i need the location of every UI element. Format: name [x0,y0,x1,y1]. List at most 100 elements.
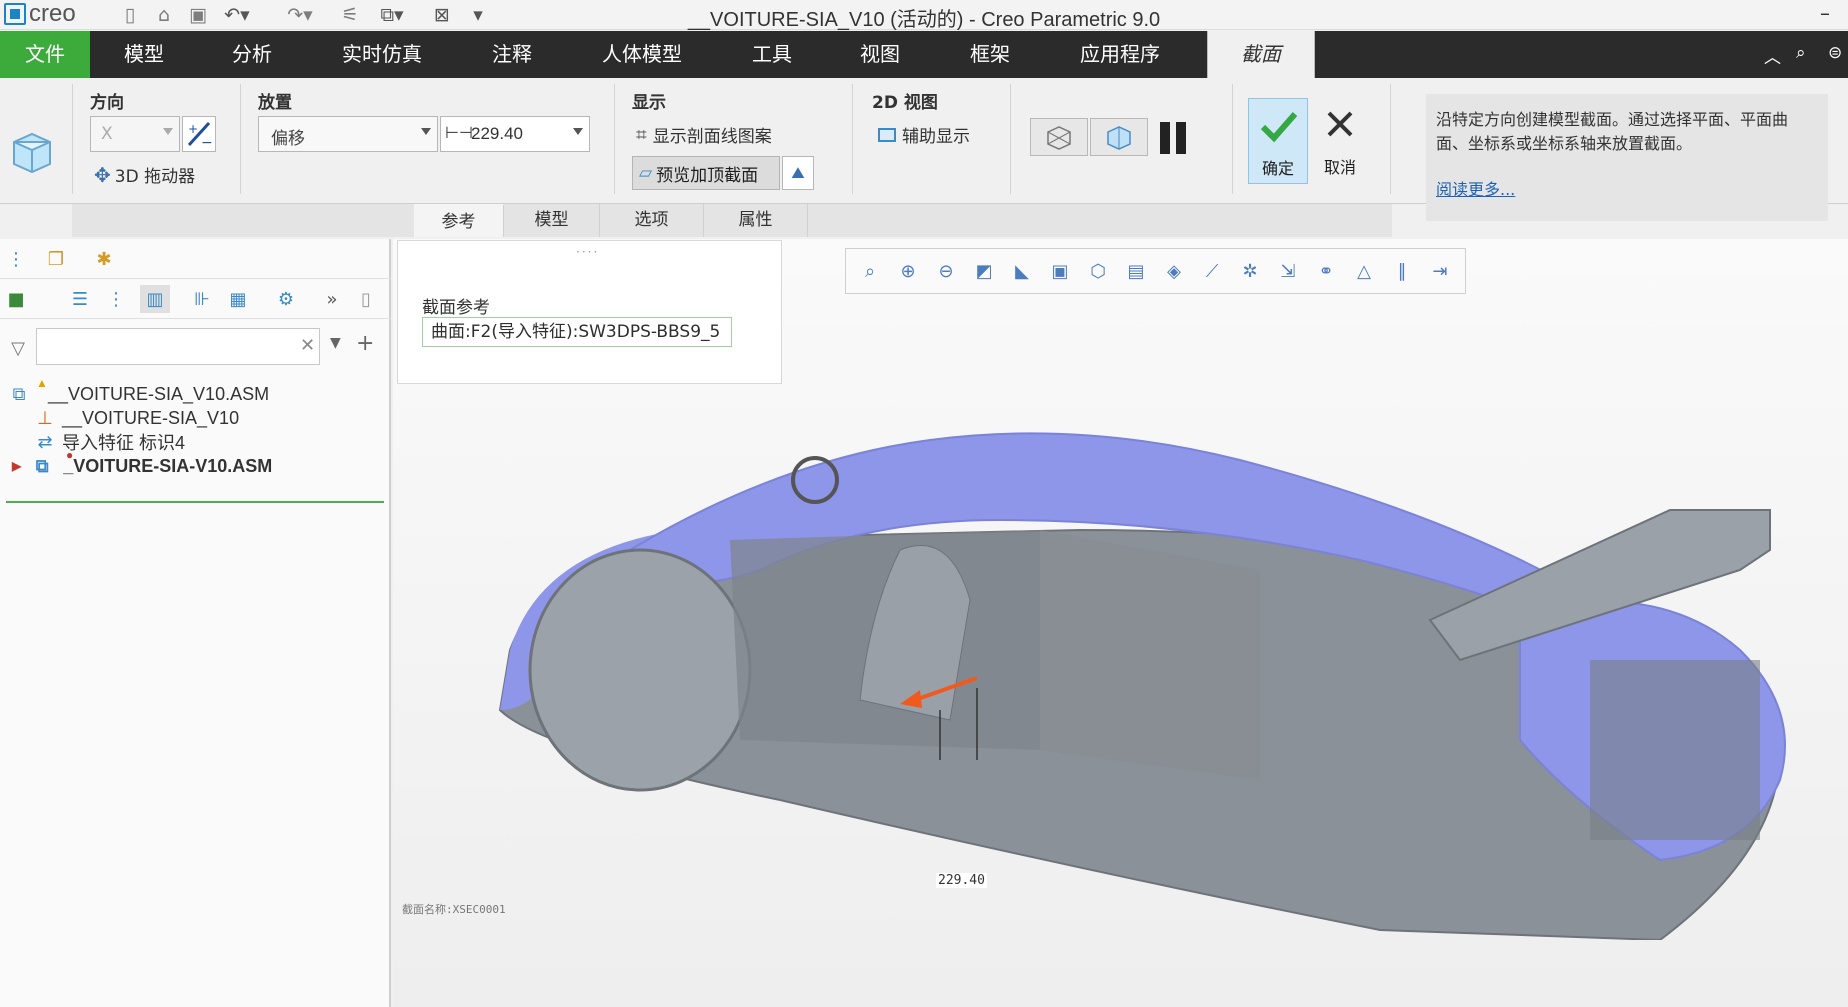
warning-display-icon[interactable]: △ [1350,257,1378,285]
tree-filter-icon[interactable]: ⊪ [190,287,214,311]
menu-view[interactable]: 视图 [840,31,920,78]
menu-live-simulation[interactable]: 实时仿真 [330,31,434,78]
menu-manikin[interactable]: 人体模型 [590,31,694,78]
svg-text:+: + [188,122,198,136]
tree-expand-icon[interactable]: ⋮ [104,287,128,311]
cube-icon[interactable]: ■ [4,287,28,311]
chevron-down-icon[interactable]: ▼ [330,335,341,351]
network-icon[interactable]: ⚭ [1312,257,1340,285]
flip-direction-icon: +− [187,121,213,151]
edit-hatch-icon: ⛰ [791,163,805,182]
zoom-out-icon[interactable]: ⊖ [932,257,960,285]
tree-item-csys[interactable]: ⊥ __VOITURE-SIA_V10 [34,406,239,430]
section-view-icon [1107,126,1131,150]
tree-item-label: _VOITURE-SIA-V10.ASM [63,455,273,476]
more-icon[interactable]: » [320,287,344,311]
hatch-pattern-icon: ⌗ [636,123,647,146]
annotation-display-icon[interactable]: ✲ [1236,257,1264,285]
document-icon[interactable]: ▯ [354,287,378,311]
cabin-rear-interior [1040,530,1260,780]
clear-search-icon[interactable]: ✕ [300,335,315,356]
preview-capped-section-toggle[interactable]: ▱ 预览加顶截面 [632,156,780,190]
menu-applications[interactable]: 应用程序 [1068,31,1172,78]
dragger-icon: ✥ [94,162,111,187]
dashboard-tabs: 参考 模型 选项 属性 [72,204,1392,237]
minimize-button[interactable]: – [1820,1,1830,25]
pause-graphics-icon[interactable]: ∥ [1388,257,1416,285]
insert-here-marker[interactable] [6,501,384,503]
search-icon[interactable]: ⌕ [1796,43,1806,63]
flip-direction-button[interactable]: + − [182,116,216,152]
menu-framework[interactable]: 框架 [950,31,1030,78]
auxiliary-display-toggle[interactable]: 辅助显示 [878,122,970,147]
view-manager-icon[interactable]: ▤ [1122,257,1150,285]
collapse-ribbon-icon[interactable]: ︿ [1764,43,1781,68]
section-reference-field[interactable]: 曲面:F2(导入特征):SW3DPS-BBS9_5 [422,317,732,347]
references-panel: ···· 截面参考 曲面:F2(导入特征):SW3DPS-BBS9_5 [397,240,782,384]
title-bar: creo ▯ ⌂ ▣ ↶▾ ↷▾ ⚟ ⧉▾ ⊠ ▾ __VOITURE-SIA_… [0,0,1848,31]
help-icon[interactable]: ⊜ [1828,43,1842,63]
expand-arrow-icon[interactable]: ▶ [12,459,21,473]
display-style-icon[interactable]: ▣ [1046,257,1074,285]
tree-columns-icon[interactable]: ▥ [140,285,170,313]
tree-item-label: __VOITURE-SIA_V10 [62,407,240,428]
tree-search-input[interactable] [36,328,320,365]
ok-button[interactable]: 确定 [1248,98,1308,184]
refit-icon[interactable]: ⌕ [856,257,884,285]
saved-orientations-icon[interactable]: ⬡ [1084,257,1112,285]
menu-annotate[interactable]: 注释 [472,31,552,78]
menu-file[interactable]: 文件 [0,31,90,78]
direction-group-label: 方向 [90,93,124,113]
cancel-button[interactable]: 取消 [1312,98,1368,184]
tree-item-label: 导入特征 标识4 [62,433,186,453]
add-filter-icon[interactable]: + [356,331,374,356]
menu-analysis[interactable]: 分析 [212,31,292,78]
tab-properties[interactable]: 属性 [704,204,808,237]
pause-button[interactable] [1160,122,1196,156]
folder-browser-icon[interactable]: ❐ [44,247,68,271]
direction-axis-select[interactable]: X [90,116,180,152]
show-hatch-label: 显示剖面线图案 [652,127,772,147]
import-feature-icon: ⇄ [37,431,53,452]
spin-center-icon[interactable]: ⇲ [1274,257,1302,285]
placement-type-select[interactable]: 偏移 [258,116,438,152]
read-more-link[interactable]: 阅读更多... [1436,176,1515,200]
3d-dragger-toggle[interactable]: ✥ 3D 拖动器 [94,162,195,188]
offset-value-input[interactable]: ⊢⊣ 229.40 [440,116,590,152]
gear-icon[interactable]: ⚙ [274,287,298,311]
placement-type-value: 偏移 [271,129,305,149]
tab-model[interactable]: 模型 [504,204,600,237]
help-info-box: 沿特定方向创建模型截面。通过选择平面、平面曲面、坐标系或坐标系轴来放置截面。 阅… [1426,94,1828,221]
datum-display-icon[interactable]: ⟋ [1198,257,1226,285]
interference-check-button[interactable] [1030,118,1088,156]
2d-view-group-label: 2D 视图 [872,93,938,113]
offset-dimension-label[interactable]: 229.40 [936,873,987,888]
favorites-icon[interactable]: ✱ [92,247,116,271]
tree-item-subassembly[interactable]: ▶ ⧉ ● _VOITURE-SIA-V10.ASM [12,448,273,478]
flyout-icon[interactable]: ⇥ [1426,257,1454,285]
filter-icon[interactable]: ▽ [6,336,30,360]
panel-grip-icon[interactable]: ···· [576,245,599,259]
menu-tools[interactable]: 工具 [732,31,812,78]
tree-item-import-feature[interactable]: ⇄ 导入特征 标识4 [34,430,185,454]
car-model-section[interactable] [480,420,1800,940]
model-tree-icon[interactable]: ⋮ [4,247,28,271]
tab-options[interactable]: 选项 [600,204,704,237]
ribbon-separator [852,84,853,194]
show-hatch-toggle[interactable]: ⌗ 显示剖面线图案 [636,122,772,148]
menu-bar: 文件 模型 分析 实时仿真 注释 人体模型 工具 视图 框架 应用程序 截面 ︿… [0,31,1848,78]
tree-item-root[interactable]: ⧉ ▲ __VOITURE-SIA_V10.ASM [8,376,270,406]
tree-list-icon[interactable]: ☰ [68,287,92,311]
ribbon-separator [1010,84,1011,194]
section-display-icon[interactable]: ◈ [1160,257,1188,285]
repaint-icon[interactable]: ◩ [970,257,998,285]
edit-hatch-button[interactable]: ⛰ [782,156,814,190]
zoom-in-icon[interactable]: ⊕ [894,257,922,285]
tree-layout-icon[interactable]: ▦ [226,287,250,311]
close-icon [1327,111,1353,137]
section-view-button[interactable] [1090,118,1148,156]
perspective-icon[interactable]: ◣ [1008,257,1036,285]
menu-model[interactable]: 模型 [104,31,184,78]
tab-references[interactable]: 参考 [414,204,504,237]
menu-section[interactable]: 截面 [1207,31,1315,78]
